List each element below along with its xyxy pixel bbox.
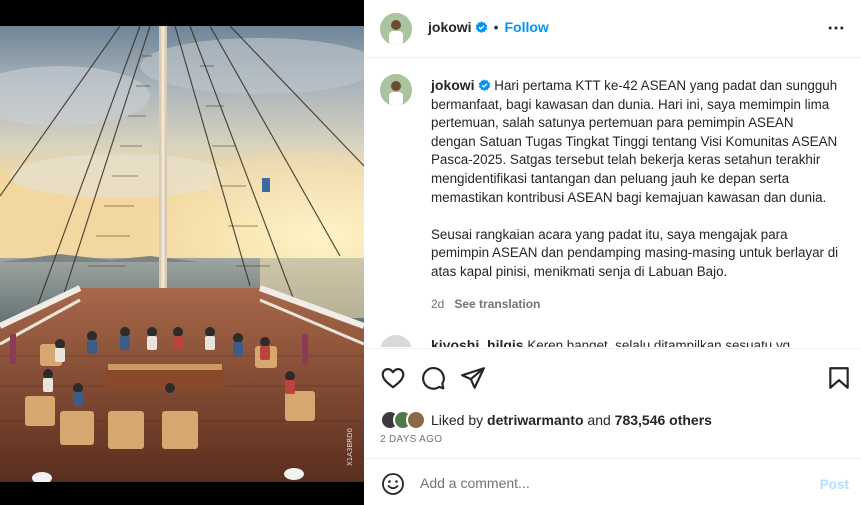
caption-paragraph-1: jokowi Hari pertama KTT ke-42 ASEAN yang… [431,76,841,207]
caption-author-avatar[interactable] [380,74,412,106]
photo-watermark: X1A3BRD0 [346,428,354,466]
follow-button[interactable]: Follow [504,19,548,35]
caption-text: jokowi Hari pertama KTT ke-42 ASEAN yang… [431,76,841,282]
comment-input[interactable] [420,470,800,496]
post-actions: Liked by detriwarmanto and 783,546 other… [364,348,861,458]
emoji-icon[interactable] [381,472,405,496]
comment-text: Keren banget, selalu ditampilkan sesuatu… [527,338,791,347]
likes-count[interactable]: 783,546 others [615,412,712,428]
caption-age: 2d [431,297,445,311]
caption-body-1: Hari pertama KTT ke-42 ASEAN yang padat … [431,78,838,205]
commenter-username[interactable]: kiyoshi_hilgis [431,337,524,347]
likes-prefix: Liked by [431,412,484,428]
more-options-icon[interactable] [826,18,846,38]
sunset-ship-deck-image: X1A3BRD0 [0,26,364,482]
header-author-line: jokowi • Follow [428,19,549,37]
post-header: jokowi • Follow [364,0,861,58]
comment-icon[interactable] [420,365,446,391]
post-side-panel: jokowi • Follow jokowi Hari pertama KTT ke… [364,0,861,505]
share-icon[interactable] [460,365,486,391]
add-comment-bar: Post [364,458,861,505]
author-username[interactable]: jokowi [428,19,472,35]
post-timestamp[interactable]: 2 DAYS AGO [380,434,442,445]
caption-body-2: Seusai rangkaian acara yang padat itu, s… [431,226,839,279]
caption-author-username[interactable]: jokowi [431,77,475,93]
heart-icon[interactable] [380,365,406,391]
likes-row: Liked by detriwarmanto and 783,546 other… [380,409,712,431]
commenter-avatar[interactable] [380,335,412,347]
post-comment-button[interactable]: Post [820,477,849,492]
avatar-image [380,74,412,106]
author-avatar[interactable] [380,13,412,45]
verified-badge-icon [475,21,487,33]
caption-meta: 2d See translation [431,297,540,311]
separator-dot: • [493,19,499,35]
media-pane: X1A3BRD0 [0,0,364,505]
post-photo[interactable]: X1A3BRD0 [0,26,364,482]
see-translation-button[interactable]: See translation [454,297,540,311]
likes-summary: Liked by detriwarmanto and 783,546 other… [431,412,712,428]
likes-joiner: and [587,412,611,428]
liker-avatar[interactable] [406,410,426,430]
liker-username[interactable]: detriwarmanto [487,412,583,428]
caption-comments-area[interactable]: jokowi Hari pertama KTT ke-42 ASEAN yang… [364,59,861,347]
bookmark-icon[interactable] [826,365,852,391]
avatar-image [380,13,412,45]
verified-badge-icon [478,79,490,91]
comment-preview: kiyoshi_hilgis Keren banget, selalu dita… [431,337,790,347]
